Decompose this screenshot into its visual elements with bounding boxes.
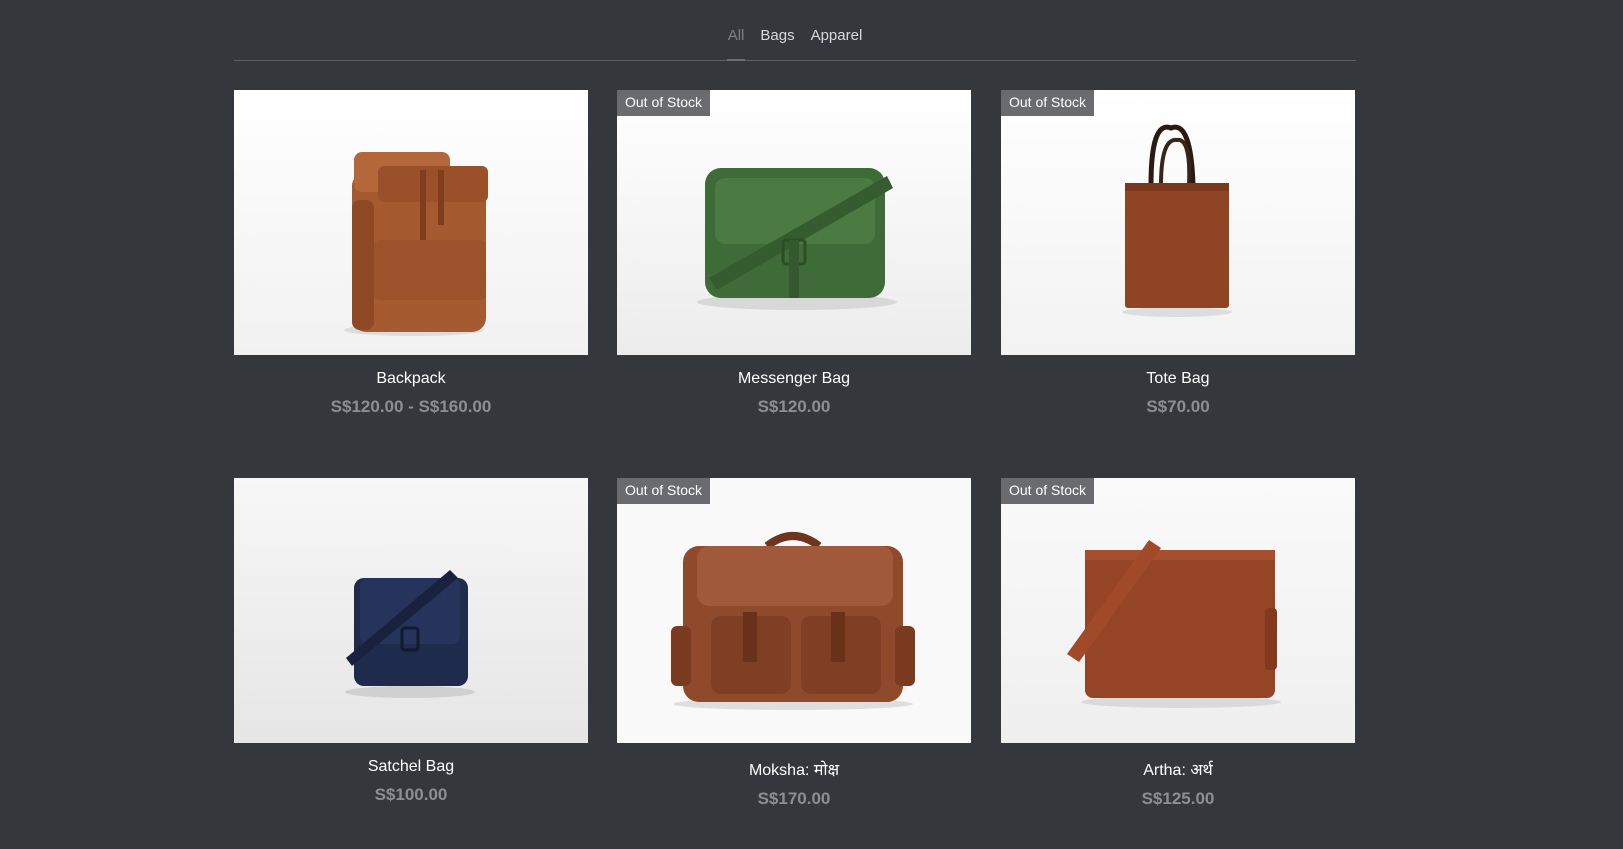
tab-apparel[interactable]: Apparel [803, 0, 871, 60]
backpack-image [234, 90, 588, 355]
artha-bag-image [1001, 478, 1355, 743]
product-image-tote-bag[interactable]: Out of Stock [1001, 90, 1355, 355]
product-card-moksha[interactable]: Out of Stock Moksha: मोक्ष S$170.00 [617, 478, 971, 809]
product-title[interactable]: Artha: अर्थ [1001, 758, 1355, 780]
product-title[interactable]: Moksha: मोक्ष [617, 758, 971, 780]
out-of-stock-badge: Out of Stock [617, 478, 711, 504]
product-card-tote-bag[interactable]: Out of Stock Tote Bag S$70.00 [1001, 90, 1355, 417]
moksha-bag-image [617, 478, 971, 743]
product-image-satchel-bag[interactable] [234, 478, 588, 743]
product-card-artha[interactable]: Out of Stock Artha: अर्थ S$125.00 [1001, 478, 1355, 809]
product-price: S$70.00 [1146, 397, 1210, 416]
product-card-messenger-bag[interactable]: Out of Stock Messenger Bag S$120.00 [617, 90, 971, 417]
product-title[interactable]: Messenger Bag [617, 370, 971, 388]
messenger-bag-image [617, 90, 971, 355]
product-card-satchel-bag[interactable]: Satchel Bag S$100.00 [234, 478, 588, 805]
product-image-moksha[interactable]: Out of Stock [617, 478, 971, 743]
out-of-stock-badge: Out of Stock [1001, 478, 1095, 504]
category-filter-tabs: All Bags Apparel [234, 0, 1356, 61]
product-price: S$120.00 - S$160.00 [330, 397, 492, 416]
product-price: S$100.00 [374, 785, 448, 804]
out-of-stock-badge: Out of Stock [617, 90, 711, 116]
product-price: S$120.00 [757, 397, 831, 416]
tote-bag-image [1001, 90, 1355, 355]
product-title[interactable]: Satchel Bag [234, 758, 588, 776]
product-title[interactable]: Tote Bag [1001, 370, 1355, 388]
out-of-stock-badge: Out of Stock [1001, 90, 1095, 116]
tab-all[interactable]: All [720, 0, 753, 61]
product-image-messenger-bag[interactable]: Out of Stock [617, 90, 971, 355]
product-price: S$125.00 [1141, 789, 1215, 808]
product-image-backpack[interactable] [234, 90, 588, 355]
satchel-bag-image [234, 478, 588, 743]
shop-page: All Bags Apparel Backpack S$120.00 - S$1… [234, 0, 1356, 849]
product-title[interactable]: Backpack [234, 370, 588, 388]
product-price: S$170.00 [757, 789, 831, 808]
product-card-backpack[interactable]: Backpack S$120.00 - S$160.00 [234, 90, 588, 417]
tab-bags[interactable]: Bags [752, 0, 802, 60]
product-image-artha[interactable]: Out of Stock [1001, 478, 1355, 743]
